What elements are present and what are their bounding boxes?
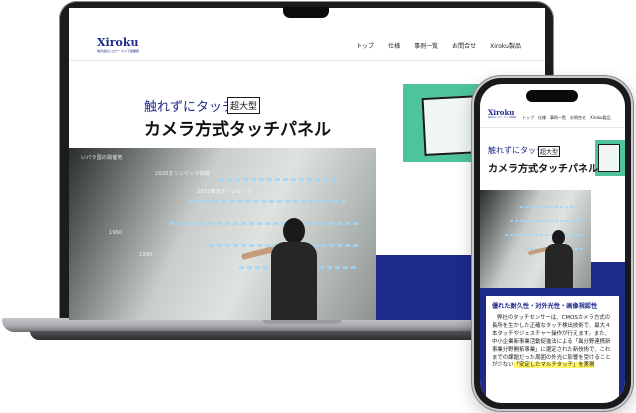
hero-title: カメラ方式タッチパネル (144, 120, 331, 140)
hero-kicker: 触れずにタッチ (488, 146, 544, 155)
photo-label: 2021東京オリンピック (197, 189, 253, 195)
person-figure (527, 230, 576, 288)
photo-timeline-dots (189, 200, 349, 203)
nav-item-contact[interactable]: お問合せ (570, 115, 586, 121)
photo-timeline-dots (219, 178, 339, 181)
nav-item-contact[interactable]: お問合せ (452, 41, 476, 50)
phone-frame: Xiroku 株式会社シロク・カメラ事業部 トップ 仕様 事例一覧 お問合せ X… (474, 78, 631, 409)
site-logo-subtitle: 株式会社シロク・カメラ事業部 (97, 49, 139, 53)
photo-timeline-dots (510, 220, 585, 222)
hero-photo (480, 190, 591, 288)
nav-item-top[interactable]: トップ (356, 41, 374, 50)
feature-body-text: 弊社のタッチセンサーは、CMOSカメラ方式の長所を生かした正確なタッチ検出技術で… (492, 315, 611, 369)
site-logo[interactable]: Xiroku (97, 36, 138, 49)
photo-timeline-dots (520, 206, 580, 208)
hero-badge: 超大型 (227, 97, 261, 114)
hero-badge: 超大型 (538, 146, 561, 157)
photo-label: 1980 (139, 252, 153, 258)
feature-body: 弊社のタッチセンサーは、CMOSカメラ方式の長所を生かした正確なタッチ検出技術で… (492, 315, 613, 370)
photo-timeline-dots (169, 222, 359, 225)
photo-label: 1960 (109, 230, 123, 236)
main-nav: トップ 仕様 事例一覧 お問合せ Xiroku製品 (356, 41, 521, 50)
nav-item-spec[interactable]: 仕様 (538, 115, 546, 121)
phone-dynamic-island (526, 90, 578, 102)
nav-item-top[interactable]: トップ (522, 115, 534, 121)
hero-photo: いパラ国の開催地 2020オリンピック開催 1960 2021東京オリンピック … (69, 148, 376, 320)
feature-body-highlight: 「安定したマルチタッチ」を実現 (513, 362, 595, 369)
photo-label: 2020オリンピック開催 (155, 171, 211, 177)
hero-kicker: 触れずにタッチ (144, 100, 236, 115)
feature-heading: 優れた耐久性・対外光性・画像視認性 (492, 303, 598, 310)
hero-title: カメラ方式タッチパネル (488, 164, 598, 175)
photo-label: いパラ国の開催地 (81, 155, 123, 161)
nav-item-cases[interactable]: 事例一覧 (414, 41, 438, 50)
nav-item-spec[interactable]: 仕様 (388, 41, 400, 50)
main-nav: トップ 仕様 事例一覧 お問合せ Xiroku製品 (522, 115, 611, 121)
phone-screen: Xiroku 株式会社シロク・カメラ事業部 トップ 仕様 事例一覧 お問合せ X… (480, 84, 625, 403)
laptop-camera-notch (283, 7, 329, 18)
person-figure (240, 218, 323, 320)
nav-item-cases[interactable]: 事例一覧 (550, 115, 566, 121)
nav-item-products[interactable]: Xiroku製品 (490, 41, 521, 50)
hero-touch-frame-image (598, 144, 620, 172)
header-divider (480, 127, 625, 128)
nav-item-products[interactable]: Xiroku製品 (590, 115, 611, 121)
feature-card: 優れた耐久性・対外光性・画像視認性 弊社のタッチセンサーは、CMOSカメラ方式の… (486, 296, 619, 403)
site-logo-subtitle: 株式会社シロク・カメラ事業部 (488, 117, 516, 119)
header-divider (69, 60, 545, 61)
